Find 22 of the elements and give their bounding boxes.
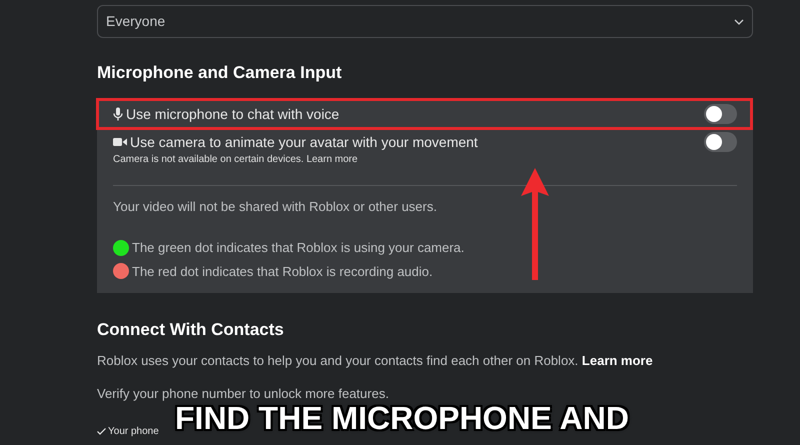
toggle-switch[interactable] [704,132,737,152]
indicator-text: The red dot indicates that Roblox is recording audio. [132,262,433,281]
chevron-down-icon [734,18,744,24]
checkmark-icon [97,428,106,434]
video-notice: Your video will not be shared with Roblox or other users. [112,198,438,216]
setting-label: Use microphone to chat with voice [126,104,340,124]
setting-label: Use camera to animate your avatar with your movement [130,132,478,152]
video-caption: FIND THE MICROPHONE AND [175,401,629,435]
section-heading: Microphone and Camera Input [97,62,343,84]
setting-note: Camera is not available on certain devices. Learn more [113,152,359,166]
video-camera-icon [113,137,127,147]
indicator-text: The green dot indicates that Roblox is using your camera. [132,239,464,257]
microphone-icon [113,107,123,121]
audience-dropdown[interactable]: Everyone [97,5,753,38]
dropdown-value: Everyone [106,12,166,31]
section-heading: Connect With Contacts [97,319,285,341]
toggle-switch[interactable] [704,104,737,124]
verify-text: Verify your phone number to unlock more features. [97,385,390,403]
learn-more-link[interactable]: Learn more [582,352,653,368]
contacts-description: Roblox uses your contacts to help you and your contacts find each other on Roblox. Learn more [97,352,654,370]
checklist-item: Your phone [108,424,159,438]
learn-more-link[interactable]: Learn more [306,154,358,164]
